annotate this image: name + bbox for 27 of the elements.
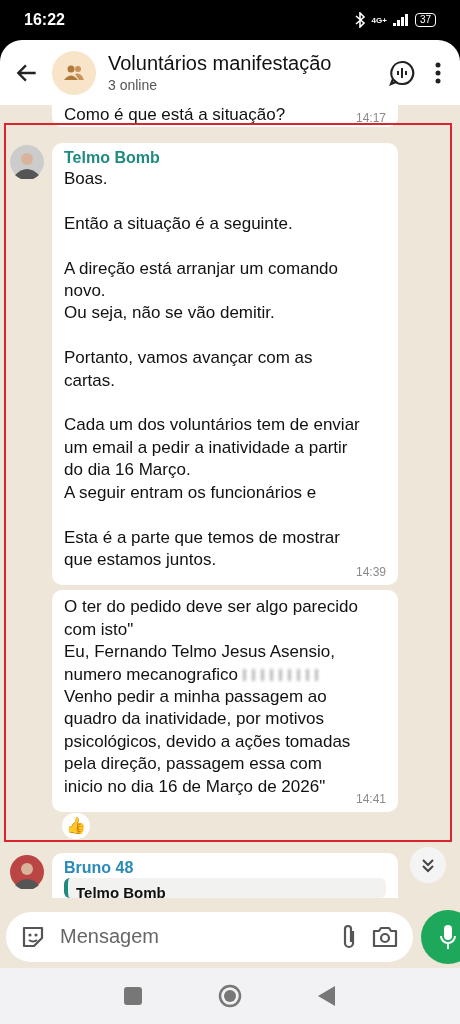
microphone-button[interactable]	[421, 909, 460, 964]
double-chevron-icon	[420, 857, 436, 873]
microphone-icon	[439, 923, 457, 950]
message-time: 14:39	[355, 565, 386, 580]
voice-chat-icon[interactable]	[388, 58, 416, 87]
message-time: 14:41	[355, 791, 386, 806]
message-time: 14:17	[355, 111, 386, 125]
sender-name: Bruno 48	[64, 858, 135, 877]
message-field[interactable]: Mensagem	[6, 911, 413, 962]
chat-subtitle: 3 online	[108, 77, 159, 93]
battery-indicator: 37	[414, 13, 436, 27]
avatar-icon[interactable]	[10, 854, 44, 889]
quoted-message[interactable]: Telmo Bomb	[64, 877, 386, 898]
clock: 16:22	[24, 11, 65, 29]
scroll-down-button[interactable]	[410, 847, 446, 883]
group-icon	[63, 64, 85, 81]
message-text: Como é que está a situação?	[64, 105, 286, 125]
sender-name: Telmo Bomb	[64, 149, 161, 167]
bluetooth-icon	[353, 12, 366, 28]
back-nav-icon[interactable]	[318, 986, 336, 1006]
home-icon[interactable]	[218, 984, 242, 1008]
message-text: O ter do pedido deve ser algo parecido com isto" Eu, Fernando Telmo Jesus Asensio, numero mecanografico Venho pedir a minha passagem ao quadro da inatividade, por motivos psicológicos, devido a ações tomadas pela direção, passagem essa com inicio no dia 16 de Março de 2026"	[64, 596, 358, 796]
chat-title[interactable]: Voluntários manifestação	[108, 52, 376, 75]
group-avatar[interactable]	[52, 50, 96, 95]
network-label: 4G+	[371, 15, 387, 25]
signal-icon	[392, 14, 409, 26]
avatar-icon[interactable]	[10, 145, 44, 179]
